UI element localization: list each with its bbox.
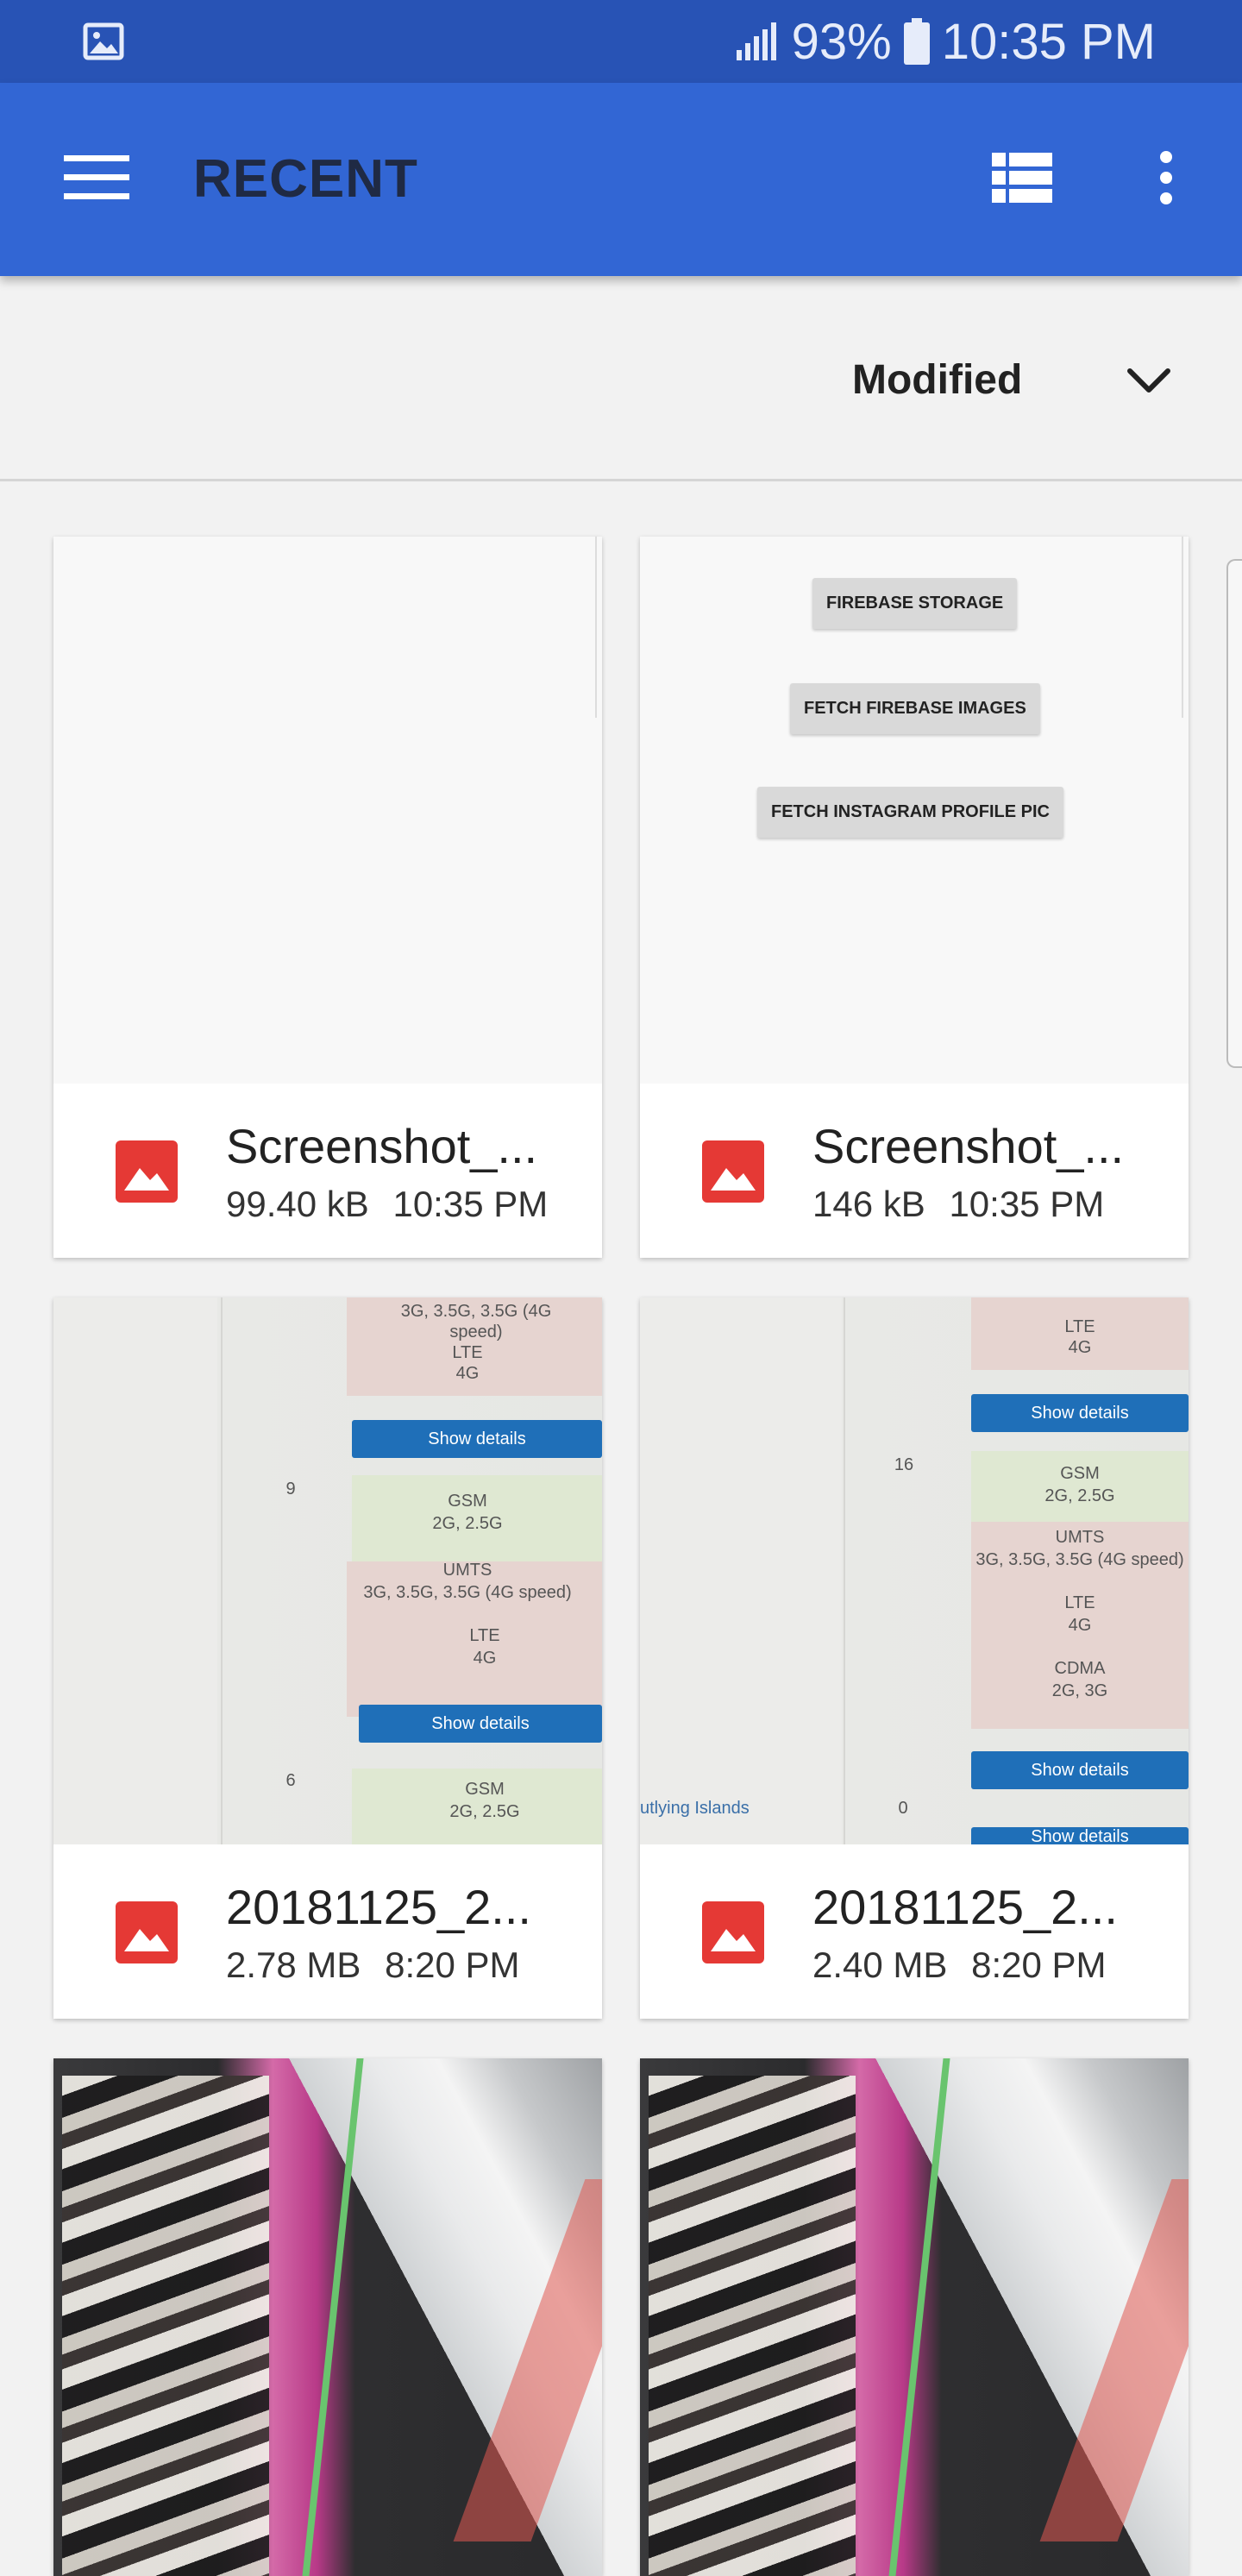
- file-info: Screenshot_... 99.40 kB 10:35 PM: [53, 1084, 602, 1258]
- photo-gridline: [221, 1297, 223, 1844]
- photo-text: GSM: [1060, 1464, 1100, 1483]
- image-icon: [116, 1901, 178, 1963]
- photo-text: CDMA: [1054, 1659, 1106, 1678]
- file-info: Screenshot_... 146 kB 10:35 PM: [640, 1084, 1189, 1258]
- file-meta: 99.40 kB 10:35 PM: [226, 1184, 548, 1225]
- red-stripe: [453, 2179, 602, 2541]
- file-size: 2.78 MB: [226, 1945, 361, 1985]
- photo-text: utlying Islands: [640, 1799, 750, 1818]
- photo-text: UMTS: [442, 1561, 492, 1580]
- chevron-down-icon: [1127, 368, 1170, 393]
- preview-button: FETCH INSTAGRAM PROFILE PIC: [757, 787, 1063, 838]
- list-view-button[interactable]: [975, 135, 1070, 221]
- photo-text: LTE: [452, 1343, 483, 1362]
- scrollbar[interactable]: [1226, 559, 1242, 1068]
- more-vert-icon: [1160, 151, 1172, 204]
- crowd-shape: [62, 2076, 269, 2576]
- file-meta: 2.40 MB 8:20 PM: [812, 1945, 1107, 1986]
- file-thumbnail: FIREBASE STORAGE FETCH FIREBASE IMAGES F…: [640, 537, 1189, 1084]
- sort-bar: Modified: [0, 276, 1242, 481]
- file-name: Screenshot_...: [226, 1119, 538, 1173]
- photo-button: Show details: [359, 1705, 602, 1743]
- photo-text: LTE: [1064, 1317, 1095, 1336]
- more-options-button[interactable]: [1121, 135, 1211, 221]
- file-time: 10:35 PM: [392, 1184, 549, 1224]
- file-card[interactable]: Screenshot_... 99.40 kB 10:35 PM: [53, 537, 602, 1258]
- file-size: 99.40 kB: [226, 1184, 369, 1224]
- photo-text: GSM: [465, 1780, 505, 1799]
- photo-text: 9: [285, 1480, 296, 1498]
- file-thumbnail: 3G, 3.5G, 3.5G (4G speed) LTE 4G Show de…: [53, 1297, 602, 1844]
- photo-text: 16: [894, 1455, 914, 1474]
- file-info: 20181125_2... 2.78 MB 8:20 PM: [53, 1844, 602, 2019]
- menu-icon: [64, 155, 129, 199]
- image-icon: [116, 1140, 178, 1203]
- file-meta: 2.78 MB 8:20 PM: [226, 1945, 520, 1986]
- file-size: 2.40 MB: [812, 1945, 948, 1985]
- preview-button: FIREBASE STORAGE: [812, 578, 1018, 629]
- file-meta: 146 kB 10:35 PM: [812, 1184, 1104, 1225]
- gallery-icon: [83, 22, 124, 60]
- sort-dropdown[interactable]: Modified: [828, 328, 1190, 431]
- file-card[interactable]: 3G, 3.5G, 3.5G (4G speed) LTE 4G Show de…: [53, 1297, 602, 2019]
- file-name: 20181125_2...: [226, 1880, 531, 1934]
- photo-text: 4G: [1068, 1616, 1092, 1635]
- crowd-shape: [649, 2076, 856, 2576]
- photo-button: Show details: [971, 1751, 1189, 1789]
- menu-button[interactable]: [48, 135, 145, 221]
- photo-text: GSM: [448, 1492, 487, 1511]
- page-title: RECENT: [193, 149, 418, 209]
- photo-text: LTE: [1064, 1593, 1095, 1612]
- signal-icon: [736, 22, 776, 60]
- file-card[interactable]: [640, 2058, 1189, 2576]
- file-thumbnail: [53, 2058, 602, 2576]
- photo-text: 2G, 2.5G: [432, 1514, 503, 1533]
- file-card[interactable]: [53, 2058, 602, 2576]
- photo-text: 4G: [455, 1364, 480, 1383]
- file-thumbnail: [640, 2058, 1189, 2576]
- photo-text: 2G, 2.5G: [1044, 1486, 1115, 1505]
- photo-button: Show details: [352, 1420, 602, 1458]
- photo-text: 6: [285, 1771, 296, 1790]
- file-time: 10:35 PM: [949, 1184, 1105, 1224]
- photo-text: 4G: [1068, 1338, 1092, 1357]
- image-icon: [702, 1140, 764, 1203]
- photo-text: LTE: [469, 1626, 500, 1645]
- photo-button: Show details: [971, 1827, 1189, 1844]
- thumbnail-scrollbar: [595, 537, 602, 718]
- file-size: 146 kB: [812, 1184, 925, 1224]
- app-bar: RECENT: [0, 83, 1242, 276]
- file-name: Screenshot_...: [812, 1119, 1125, 1173]
- clock: 10:35 PM: [941, 13, 1156, 70]
- photo-text: 4G: [473, 1649, 497, 1668]
- list-view-icon: [992, 153, 1052, 203]
- photo-button: Show details: [971, 1394, 1189, 1432]
- file-thumbnail: LTE 4G Show details 16 GSM 2G, 2.5G UMTS…: [640, 1297, 1189, 1844]
- photo-text: 3G, 3.5G, 3.5G (4G speed): [363, 1583, 572, 1602]
- sort-label: Modified: [852, 356, 1023, 403]
- status-bar: 93% 10:35 PM: [0, 0, 1242, 83]
- battery-percent: 93%: [791, 13, 892, 70]
- file-card[interactable]: FIREBASE STORAGE FETCH FIREBASE IMAGES F…: [640, 537, 1189, 1258]
- photo-text: 3G, 3.5G, 3.5G (4G speed): [975, 1550, 1184, 1569]
- battery-icon: [903, 18, 930, 65]
- photo-text: 2G, 3G: [1051, 1681, 1108, 1700]
- photo-text: 0: [898, 1799, 908, 1818]
- thumbnail-scrollbar: [1182, 537, 1189, 718]
- file-info: 20181125_2... 2.40 MB 8:20 PM: [640, 1844, 1189, 2019]
- green-stripe: [302, 2058, 364, 2576]
- file-time: 8:20 PM: [385, 1945, 520, 1985]
- green-stripe: [888, 2058, 950, 2576]
- file-thumbnail: [53, 537, 602, 1084]
- file-card[interactable]: LTE 4G Show details 16 GSM 2G, 2.5G UMTS…: [640, 1297, 1189, 2019]
- photo-text: 2G, 2.5G: [449, 1802, 520, 1821]
- red-stripe: [1039, 2179, 1189, 2541]
- file-time: 8:20 PM: [971, 1945, 1107, 1985]
- preview-button: FETCH FIREBASE IMAGES: [790, 683, 1040, 734]
- photo-text: 3G, 3.5G, 3.5G (4G speed): [400, 1302, 552, 1341]
- photo-gridline: [844, 1297, 845, 1844]
- file-name: 20181125_2...: [812, 1880, 1118, 1934]
- image-icon: [702, 1901, 764, 1963]
- photo-text: UMTS: [1055, 1528, 1105, 1547]
